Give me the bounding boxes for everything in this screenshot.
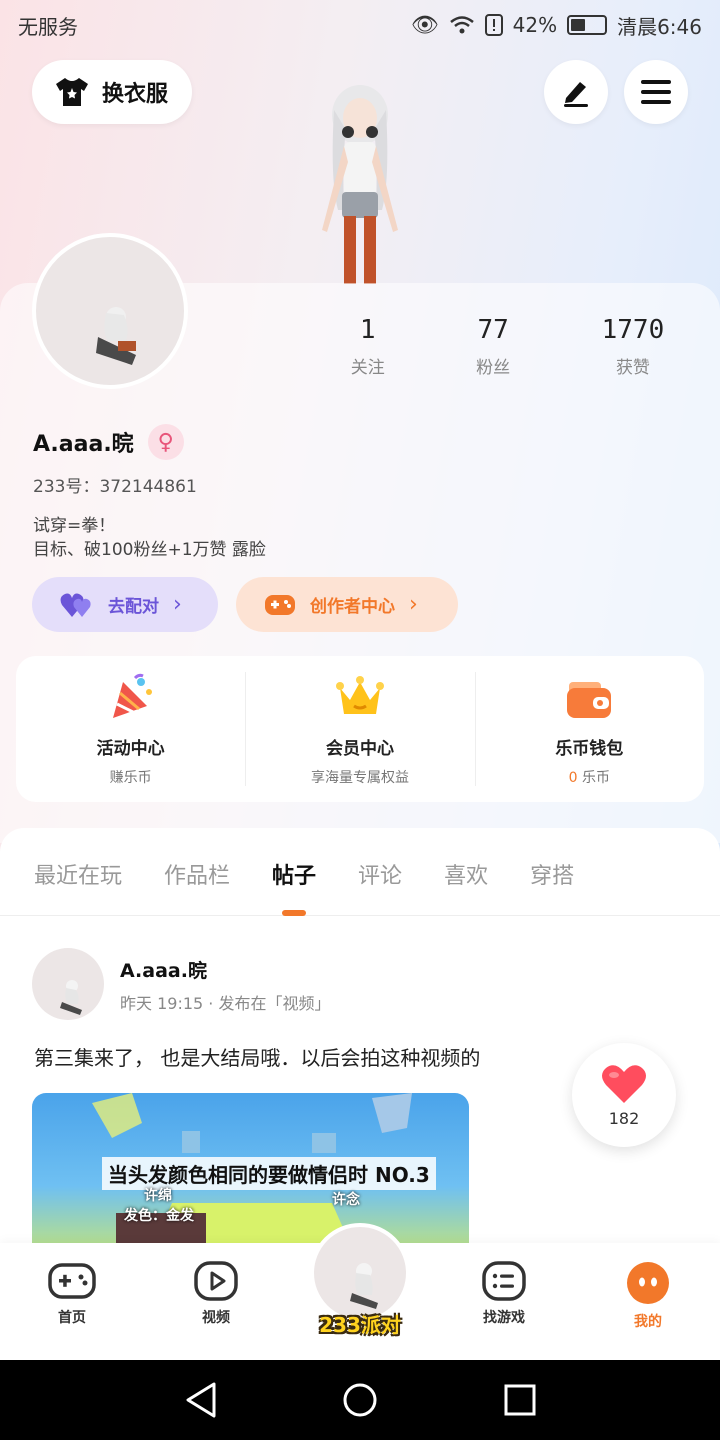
- post-video-thumbnail[interactable]: 当头发颜色相同的要做情侣时 NO.3 许绵 发色：金发 许念: [32, 1093, 469, 1248]
- shirt-icon: [56, 78, 88, 106]
- tab-likes[interactable]: 喜欢: [444, 854, 488, 890]
- stat-followers-label: 粉丝: [476, 358, 511, 378]
- battery-percent: 42%: [512, 13, 558, 37]
- pair-label: 去配对: [108, 597, 159, 617]
- nav-party-label[interactable]: 233派对: [305, 1309, 415, 1338]
- nav-home-label: 首页: [58, 1310, 86, 1326]
- female-icon: ♀: [147, 424, 184, 460]
- activity-center-sub: 赚乐币: [109, 769, 152, 786]
- activity-center-item[interactable]: 活动中心 赚乐币: [16, 656, 245, 802]
- tab-outfits[interactable]: 穿搭: [530, 854, 574, 890]
- post-meta: 昨天 19:15 · 发布在「视频」: [120, 994, 331, 1013]
- profile-user-id[interactable]: 233号：372144861: [33, 472, 197, 497]
- activity-center-title: 活动中心: [96, 738, 165, 759]
- video-subtitle-1: 许绵: [144, 1188, 172, 1204]
- profile-bio: 试穿=拳！ 目标、破100粉丝+1万赞 露脸: [33, 514, 266, 562]
- eye-icon: 👁: [410, 12, 439, 38]
- alert-icon: [484, 14, 503, 36]
- bottom-navigation: 首页 视频 233派对 找游戏 我的: [0, 1223, 720, 1360]
- me-face-icon: [627, 1262, 669, 1304]
- wallet-coin-count: 0: [568, 769, 578, 786]
- post-author-name[interactable]: A.aaa.晥: [120, 956, 207, 983]
- nav-party-avatar[interactable]: [310, 1223, 410, 1323]
- stat-following[interactable]: 1 关注: [351, 315, 385, 378]
- gamepad-nav-icon: [48, 1263, 96, 1299]
- wallet-title: 乐币钱包: [555, 738, 624, 759]
- wallet-sub: 0 乐币: [569, 767, 610, 787]
- list-icon: [482, 1261, 526, 1301]
- wallet-item[interactable]: 乐币钱包 0 乐币: [474, 656, 704, 802]
- status-bar: 无服务 👁 42% 清晨6:46: [0, 0, 720, 50]
- creator-center-button[interactable]: 创作者中心 ›: [236, 577, 458, 632]
- back-icon[interactable]: [184, 1382, 218, 1418]
- video-subtitle-3: 许念: [332, 1192, 360, 1208]
- post-author-avatar[interactable]: [32, 948, 104, 1020]
- heart-pair-icon: [60, 593, 91, 617]
- profile-username: A.aaa.晥: [33, 432, 134, 457]
- vip-center-item[interactable]: 会员中心 享海量专属权益: [245, 656, 474, 802]
- avatar-figure: [96, 307, 136, 365]
- edit-profile-button[interactable]: [544, 60, 608, 124]
- recents-icon[interactable]: [504, 1384, 536, 1416]
- feature-grid: 活动中心 赚乐币 会员中心 享海量专属权益 乐币钱包 0 乐币: [16, 656, 704, 802]
- like-count: 182: [608, 1108, 640, 1128]
- avatar-3d-figure[interactable]: [300, 70, 420, 285]
- nav-video-label: 视频: [202, 1310, 230, 1326]
- creator-center-label: 创作者中心: [310, 597, 395, 617]
- nav-find-games[interactable]: 找游戏: [454, 1261, 554, 1327]
- like-button[interactable]: 182: [572, 1043, 676, 1147]
- profile-avatar[interactable]: [32, 233, 188, 389]
- edit-icon: [564, 82, 588, 107]
- wallet-icon: [567, 681, 612, 718]
- menu-button[interactable]: [624, 60, 688, 124]
- change-outfit-button[interactable]: 换衣服: [32, 60, 192, 124]
- profile-stats: 1 关注 77 粉丝 1770 获赞: [305, 315, 710, 378]
- bio-line-2: 目标、破100粉丝+1万赞 露脸: [33, 540, 266, 560]
- stat-followers-value: 77: [477, 315, 509, 345]
- nav-home[interactable]: 首页: [22, 1261, 122, 1327]
- menu-icon: [641, 80, 671, 104]
- vip-center-sub: 享海量专属权益: [310, 769, 409, 786]
- nav-me[interactable]: 我的: [598, 1261, 698, 1331]
- stat-likes[interactable]: 1770 获赞: [602, 315, 665, 378]
- wifi-icon: [449, 16, 474, 34]
- crown-icon: [335, 675, 384, 714]
- chevron-right-icon: ›: [409, 592, 418, 617]
- tab-posts[interactable]: 帖子: [272, 854, 316, 916]
- tab-comments[interactable]: 评论: [358, 854, 402, 890]
- post-text[interactable]: 第三集来了， 也是大结局哦．以后会拍这种视频的: [34, 1042, 480, 1071]
- system-navigation-bar: [0, 1360, 720, 1440]
- play-circle-icon: [194, 1261, 238, 1301]
- chevron-right-icon: ›: [173, 592, 182, 617]
- battery-icon: [567, 15, 608, 35]
- stat-followers[interactable]: 77 粉丝: [476, 315, 510, 378]
- clock: 清晨6:46: [617, 14, 702, 39]
- nav-find-games-label: 找游戏: [483, 1310, 525, 1326]
- carrier-label: 无服务: [18, 14, 78, 39]
- bio-line-1: 试穿=拳！: [33, 516, 116, 536]
- vip-center-title: 会员中心: [325, 738, 394, 759]
- home-icon[interactable]: [342, 1382, 378, 1418]
- avatar-figure: [60, 980, 82, 1015]
- profile-tabs: 最近在玩 作品栏 帖子 评论 喜欢 穿搭: [0, 828, 720, 916]
- status-icons: 👁 42% 清晨6:46: [411, 11, 702, 40]
- change-outfit-label: 换衣服: [102, 82, 169, 107]
- tab-recent-played[interactable]: 最近在玩: [34, 854, 122, 890]
- profile-username-row: A.aaa.晥 ♀: [33, 424, 184, 460]
- stat-following-label: 关注: [350, 358, 385, 378]
- avatar-figure: [350, 1263, 378, 1309]
- party-popper-icon: [112, 673, 152, 718]
- video-subtitle-2: 发色：金发: [124, 1208, 194, 1224]
- nav-me-label: 我的: [634, 1314, 662, 1330]
- nav-video[interactable]: 视频: [166, 1261, 266, 1327]
- content-section: 最近在玩 作品栏 帖子 评论 喜欢 穿搭 A.aaa.晥 昨天 19:15 · …: [0, 828, 720, 1248]
- stat-likes-value: 1770: [601, 315, 665, 345]
- pair-button[interactable]: 去配对 ›: [32, 577, 218, 632]
- wallet-coin-unit: 乐币: [582, 769, 610, 786]
- stat-likes-label: 获赞: [615, 358, 650, 378]
- tab-works[interactable]: 作品栏: [164, 854, 230, 890]
- heart-icon: [602, 1064, 646, 1103]
- gamepad-icon: [265, 594, 295, 615]
- stat-following-value: 1: [359, 315, 376, 345]
